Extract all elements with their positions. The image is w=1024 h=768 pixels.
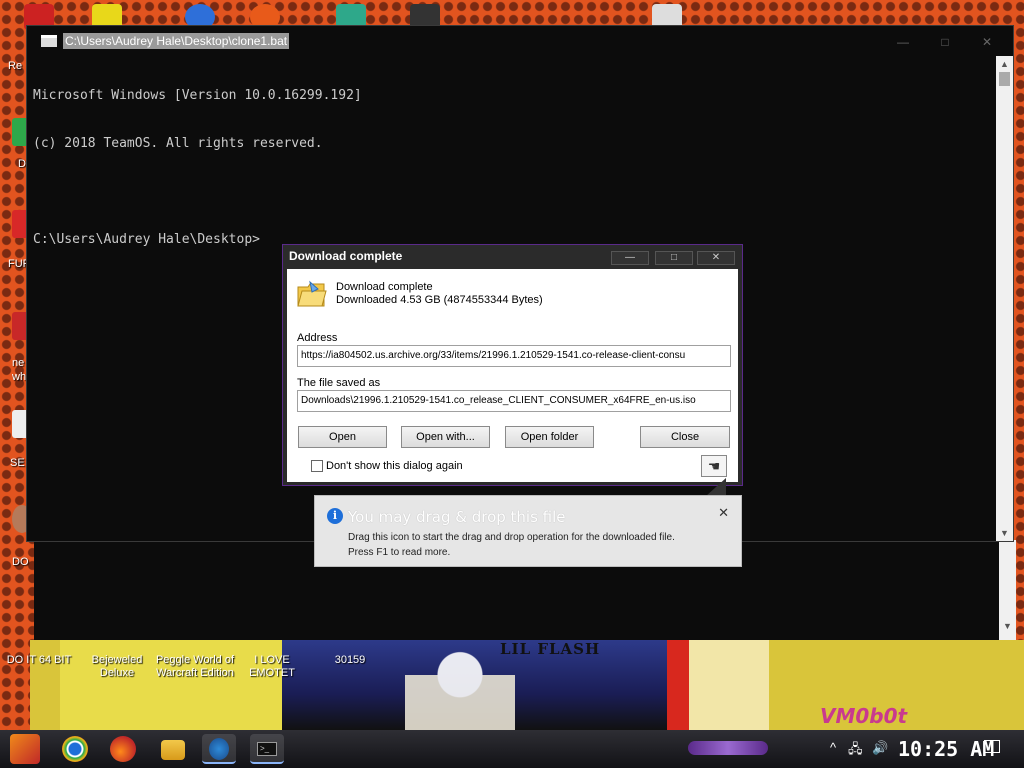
tray-chevron-icon[interactable]: ^ xyxy=(830,740,836,755)
volume-icon[interactable]: 🔊 xyxy=(872,740,888,756)
close-dialog-button[interactable]: Close xyxy=(640,426,730,448)
address-field[interactable]: https://ia804502.us.archive.org/33/items… xyxy=(297,345,731,367)
chrome-icon[interactable] xyxy=(62,736,88,762)
taskbar-clock[interactable]: 10:25 AM xyxy=(898,737,994,761)
watermark: VM0b0t xyxy=(820,704,908,728)
taskbar-decoration xyxy=(688,741,768,755)
desktop-icon-label[interactable]: Bejeweled Deluxe xyxy=(86,654,148,680)
close-button[interactable]: ✕ xyxy=(697,251,735,265)
scroll-thumb[interactable] xyxy=(999,72,1010,86)
dialog-titlebar[interactable]: Download complete — □ ✕ xyxy=(283,245,742,269)
desktop-label[interactable]: SE xyxy=(10,457,25,469)
poster-figure xyxy=(405,645,515,730)
desktop-icon-label[interactable]: I LOVE EMOTET xyxy=(230,654,314,680)
cmd-icon xyxy=(41,35,57,47)
folder-icon xyxy=(296,279,328,309)
cmd-titlebar[interactable]: C:\Users\Audrey Hale\Desktop\clone1.bat … xyxy=(27,26,1013,56)
taskbar xyxy=(0,730,1024,768)
cmd-scrollbar[interactable]: ▲ ▼ xyxy=(996,56,1013,541)
drag-drop-tooltip[interactable]: i You may drag & drop this file ✕ Drag t… xyxy=(314,495,742,567)
cmd-line xyxy=(33,184,993,200)
download-heading: Download complete xyxy=(336,281,433,293)
saved-as-label: The file saved as xyxy=(297,377,381,389)
dialog-title: Download complete xyxy=(289,249,403,263)
dialog-body: Download complete Downloaded 4.53 GB (48… xyxy=(287,269,738,482)
tooltip-title: You may drag & drop this file xyxy=(348,508,566,526)
close-icon[interactable]: ✕ xyxy=(718,505,729,521)
desktop-icon-label[interactable]: 30159 xyxy=(330,654,370,667)
poster-title: LIL FLASH xyxy=(500,640,601,658)
wallpaper-panel xyxy=(689,640,769,730)
maximize-button[interactable]: □ xyxy=(655,251,693,265)
saved-as-field[interactable]: Downloads\21996.1.210529-1541.co_release… xyxy=(297,390,731,412)
scroll-down-icon[interactable]: ▼ xyxy=(996,525,1013,541)
cmd-line: Microsoft Windows [Version 10.0.16299.19… xyxy=(33,88,362,103)
scrollbar[interactable]: ▼ xyxy=(999,540,1016,640)
close-button[interactable]: ✕ xyxy=(967,31,1007,53)
open-with-button[interactable]: Open with... xyxy=(401,426,490,448)
info-icon: i xyxy=(327,508,343,524)
download-complete-dialog[interactable]: Download complete — □ ✕ Download complet… xyxy=(282,244,743,486)
start-icon[interactable] xyxy=(10,734,40,764)
cmd-line: (c) 2018 TeamOS. All rights reserved. xyxy=(33,136,323,151)
desktop-label[interactable]: wh xyxy=(12,371,26,383)
dont-show-checkbox[interactable] xyxy=(311,460,323,472)
tooltip-text-line: Press F1 to read more. xyxy=(348,547,451,558)
file-explorer-icon[interactable] xyxy=(161,740,185,760)
tooltip-pointer xyxy=(706,478,726,496)
desktop-label[interactable]: D xyxy=(18,158,26,170)
tooltip-text-line: Drag this icon to start the drag and dro… xyxy=(348,532,675,543)
cmd-icon: >_ xyxy=(257,742,277,756)
desktop-icon-label[interactable]: Peggle World of Warcraft Edition xyxy=(154,654,236,680)
idm-icon xyxy=(209,738,229,760)
network-icon[interactable]: 🖧 xyxy=(848,740,863,762)
desktop-label[interactable]: DO xyxy=(12,556,29,568)
firefox-icon[interactable] xyxy=(110,736,136,762)
maximize-button[interactable]: □ xyxy=(925,31,965,53)
minimize-button[interactable]: — xyxy=(611,251,649,265)
desktop-label[interactable]: Re xyxy=(8,60,22,72)
download-size: Downloaded 4.53 GB (4874553344 Bytes) xyxy=(336,294,543,306)
notification-icon[interactable] xyxy=(984,740,1000,753)
minimize-button[interactable]: — xyxy=(883,31,923,53)
open-button[interactable]: Open xyxy=(298,426,387,448)
desktop-icon-label[interactable]: DO IT 64 BIT xyxy=(4,654,74,667)
dont-show-label[interactable]: Don't show this dialog again xyxy=(326,460,463,472)
address-label: Address xyxy=(297,332,338,344)
cmd-window-title: C:\Users\Audrey Hale\Desktop\clone1.bat xyxy=(63,33,290,49)
tooltip-text: Drag this icon to start the drag and dro… xyxy=(348,530,738,560)
drag-hand-icon[interactable]: ☚ xyxy=(701,455,727,477)
wallpaper-panel xyxy=(667,640,689,730)
scroll-up-icon[interactable]: ▲ xyxy=(996,56,1013,72)
scroll-down-icon[interactable]: ▼ xyxy=(999,618,1016,634)
open-folder-button[interactable]: Open folder xyxy=(505,426,594,448)
desktop-label[interactable]: ne xyxy=(12,357,24,369)
